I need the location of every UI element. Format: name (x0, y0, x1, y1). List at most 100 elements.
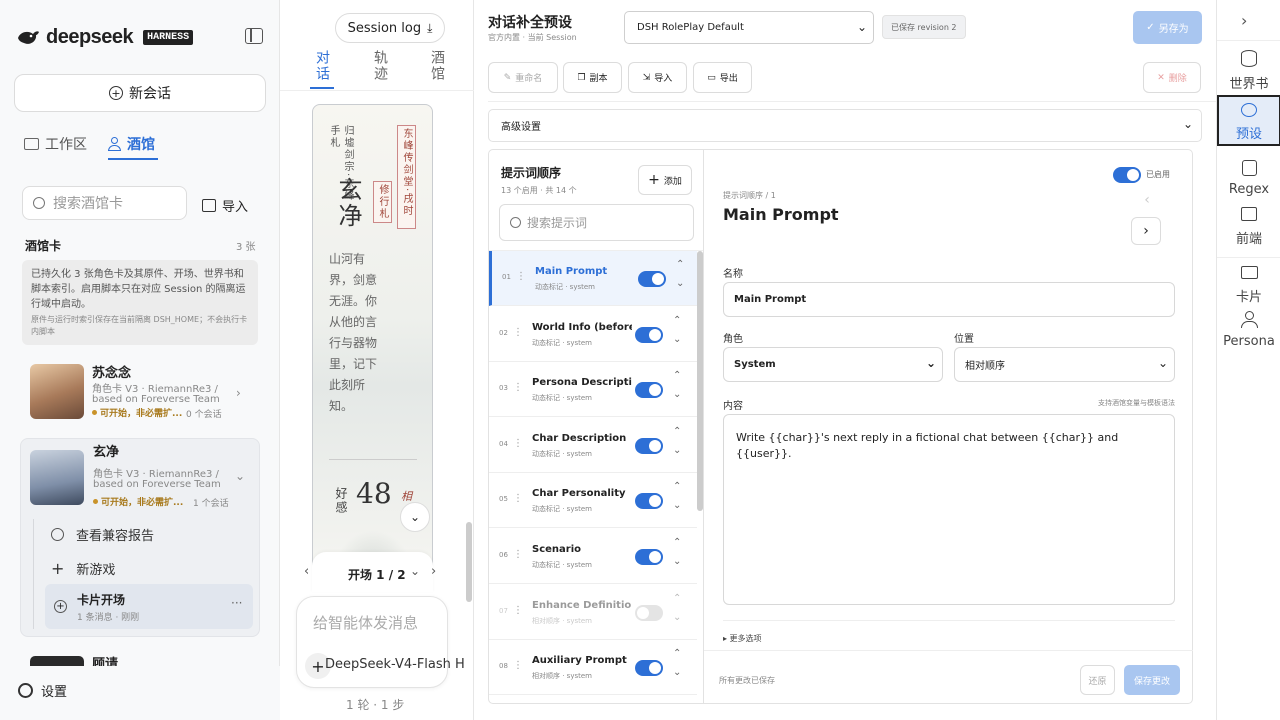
active-session[interactable]: + 卡片开场 1 条消息 · 刚刚 ··· (45, 584, 253, 629)
save-as-button[interactable]: ✓ 另存为 (1133, 11, 1202, 44)
tab-tavern[interactable]: 酒馆 (427, 50, 447, 82)
prev-prompt-button[interactable]: ‹ (1133, 187, 1161, 213)
prompt-toggle[interactable] (635, 382, 663, 399)
move-up-icon[interactable]: ⌃ (673, 370, 681, 381)
move-up-icon[interactable]: ⌃ (673, 315, 681, 326)
prompt-row[interactable]: 03 ⋮ Persona Descripti... 动态标记 · system ⌃ ⌄ (489, 362, 697, 418)
enabled-toggle[interactable] (1113, 167, 1141, 183)
move-down-icon[interactable]: ⌄ (673, 667, 681, 678)
position-select[interactable]: 相对顺序 ⌄ (954, 347, 1175, 382)
drag-handle-icon[interactable]: ⋮ (513, 493, 523, 504)
sidebar-toggle-icon[interactable] (245, 28, 263, 44)
search-input[interactable]: 搜索酒馆卡 (53, 193, 123, 213)
export-button[interactable]: ▭ 导出 (693, 62, 752, 93)
move-up-icon[interactable]: ⌃ (673, 648, 681, 659)
rename-button[interactable]: ✎ 重命名 (488, 62, 558, 93)
prompt-toggle[interactable] (635, 326, 663, 343)
tab-tavern[interactable]: 酒馆 (108, 134, 155, 154)
advanced-settings[interactable]: 高级设置 ⌄ (488, 109, 1202, 142)
chevron-right-icon[interactable]: › (1241, 11, 1247, 30)
prompt-row[interactable]: 06 ⋮ Scenario 动态标记 · system ⌃ ⌄ (489, 529, 697, 584)
move-down-icon[interactable]: ⌄ (673, 612, 681, 623)
scroll-down-button[interactable]: ⌄ (400, 502, 430, 532)
scrollbar[interactable] (466, 522, 472, 602)
prompt-row[interactable]: 01 ⋮ Main Prompt 动态标记 · system ⌃ ⌄ (489, 251, 697, 306)
prompt-toggle[interactable] (635, 604, 663, 621)
save-button[interactable]: 保存更改 (1124, 665, 1180, 695)
notice-box: 已持久化 3 张角色卡及其原件、开场、世界书和脚本索引。启用脚本只在对应 Ses… (22, 260, 258, 345)
drag-handle-icon[interactable]: ⋮ (516, 271, 526, 282)
prev-opening[interactable]: ‹ (304, 564, 309, 579)
drag-handle-icon[interactable]: ⋮ (513, 382, 523, 393)
scrollbar[interactable] (697, 251, 703, 511)
prompt-search[interactable]: 搜索提示词 (499, 204, 694, 241)
new-game[interactable]: + 新游戏 (51, 559, 115, 578)
move-down-icon[interactable]: ⌄ (673, 445, 681, 456)
move-down-icon[interactable]: ⌄ (673, 334, 681, 345)
drag-handle-icon[interactable]: ⋮ (513, 438, 523, 449)
search-input[interactable]: 搜索提示词 (527, 214, 587, 231)
rail-regex[interactable]: Regex (1217, 160, 1280, 204)
new-chat-button[interactable]: + 新会话 (14, 74, 266, 112)
next-prompt-button[interactable]: › (1131, 217, 1161, 245)
view-compat-report[interactable]: 查看兼容报告 (51, 525, 154, 544)
move-down-icon[interactable]: ⌄ (673, 389, 681, 400)
composer[interactable]: 给智能体发消息 + (296, 596, 448, 688)
model-selector[interactable]: DeepSeek-V4-Flash High (325, 657, 465, 672)
chevron-down-icon[interactable]: ⌄ (410, 564, 420, 578)
prompt-toggle[interactable] (635, 493, 663, 510)
name-field[interactable]: Main Prompt (723, 282, 1175, 317)
prompt-toggle[interactable] (635, 549, 663, 565)
move-down-icon[interactable]: ⌄ (676, 278, 684, 289)
more-icon[interactable]: ··· (231, 596, 242, 610)
drag-handle-icon[interactable]: ⋮ (513, 549, 523, 560)
divider (1217, 257, 1280, 258)
settings-button[interactable]: 设置 (18, 681, 67, 700)
move-up-icon[interactable]: ⌃ (673, 426, 681, 437)
copy-button[interactable]: ❐ 副本 (563, 62, 622, 93)
prompt-toggle[interactable] (635, 660, 663, 677)
prompt-row[interactable]: 08 ⋮ Auxiliary Prompt 相对顺序 · system ⌃ ⌄ (489, 640, 697, 696)
move-up-icon[interactable]: ⌃ (673, 593, 681, 604)
move-up-icon[interactable]: ⌃ (676, 259, 684, 270)
tab-trace[interactable]: 轨迹 (370, 50, 390, 82)
delete-button[interactable]: ✕ 删除 (1143, 62, 1201, 93)
rail-worldbook[interactable]: 世界书 (1217, 50, 1280, 94)
prompt-row[interactable]: 07 ⋮ Enhance Definitions 相对顺序 · system ⌃ ⌄ (489, 585, 697, 640)
more-options[interactable]: ▸ 更多选项 (723, 633, 762, 644)
rail-cards[interactable]: 卡片 (1217, 266, 1280, 310)
drag-handle-icon[interactable]: ⋮ (513, 327, 523, 338)
rail-preset[interactable]: 预设 (1217, 95, 1280, 146)
move-down-icon[interactable]: ⌄ (673, 500, 681, 511)
move-down-icon[interactable]: ⌄ (673, 556, 681, 567)
move-up-icon[interactable]: ⌃ (673, 537, 681, 548)
prompt-toggle[interactable] (638, 271, 666, 287)
add-prompt-button[interactable]: + 添加 (638, 165, 692, 195)
divider (723, 620, 1175, 621)
prompt-row[interactable]: 05 ⋮ Char Personality 动态标记 · system ⌃ ⌄ (489, 473, 697, 529)
prompt-row[interactable]: 02 ⋮ World Info (before) 动态标记 · system ⌃ ⌄ (489, 307, 697, 362)
role-select[interactable]: System ⌄ (723, 347, 943, 382)
chevron-right-icon[interactable]: › (236, 386, 241, 400)
rail-frontend[interactable]: 前端 (1217, 207, 1280, 251)
tab-workspace[interactable]: 工作区 (24, 134, 87, 154)
prompt-toggle[interactable] (635, 437, 663, 454)
drag-handle-icon[interactable]: ⋮ (513, 605, 523, 616)
next-opening[interactable]: › (431, 564, 436, 579)
drag-handle-icon[interactable]: ⋮ (513, 660, 523, 671)
prompt-row[interactable]: 04 ⋮ Char Description 动态标记 · system ⌃ ⌄ (489, 418, 697, 473)
preset-select[interactable]: DSH RolePlay Default ⌄ (624, 11, 874, 44)
card-item[interactable]: 苏念念 角色卡 V3 · RiemannRe3 / based on Forev… (22, 358, 258, 428)
prompt-name: Persona Descripti... (532, 377, 632, 389)
import-button[interactable]: 导入 (202, 196, 248, 215)
import-button[interactable]: ⇲ 导入 (628, 62, 687, 93)
restore-button[interactable]: 还原 (1080, 665, 1115, 695)
chevron-down-icon[interactable]: ⌄ (235, 469, 245, 483)
content-textarea[interactable]: Write {{char}}'s next reply in a fiction… (723, 414, 1175, 605)
tab-chat[interactable]: 对话 (312, 50, 332, 82)
message-input[interactable]: 给智能体发消息 (313, 612, 418, 633)
move-up-icon[interactable]: ⌃ (673, 481, 681, 492)
tavern-search[interactable]: 搜索酒馆卡 (22, 186, 187, 220)
rail-persona[interactable]: Persona (1217, 311, 1280, 355)
session-log-button[interactable]: Session log ⤓ (335, 13, 445, 43)
